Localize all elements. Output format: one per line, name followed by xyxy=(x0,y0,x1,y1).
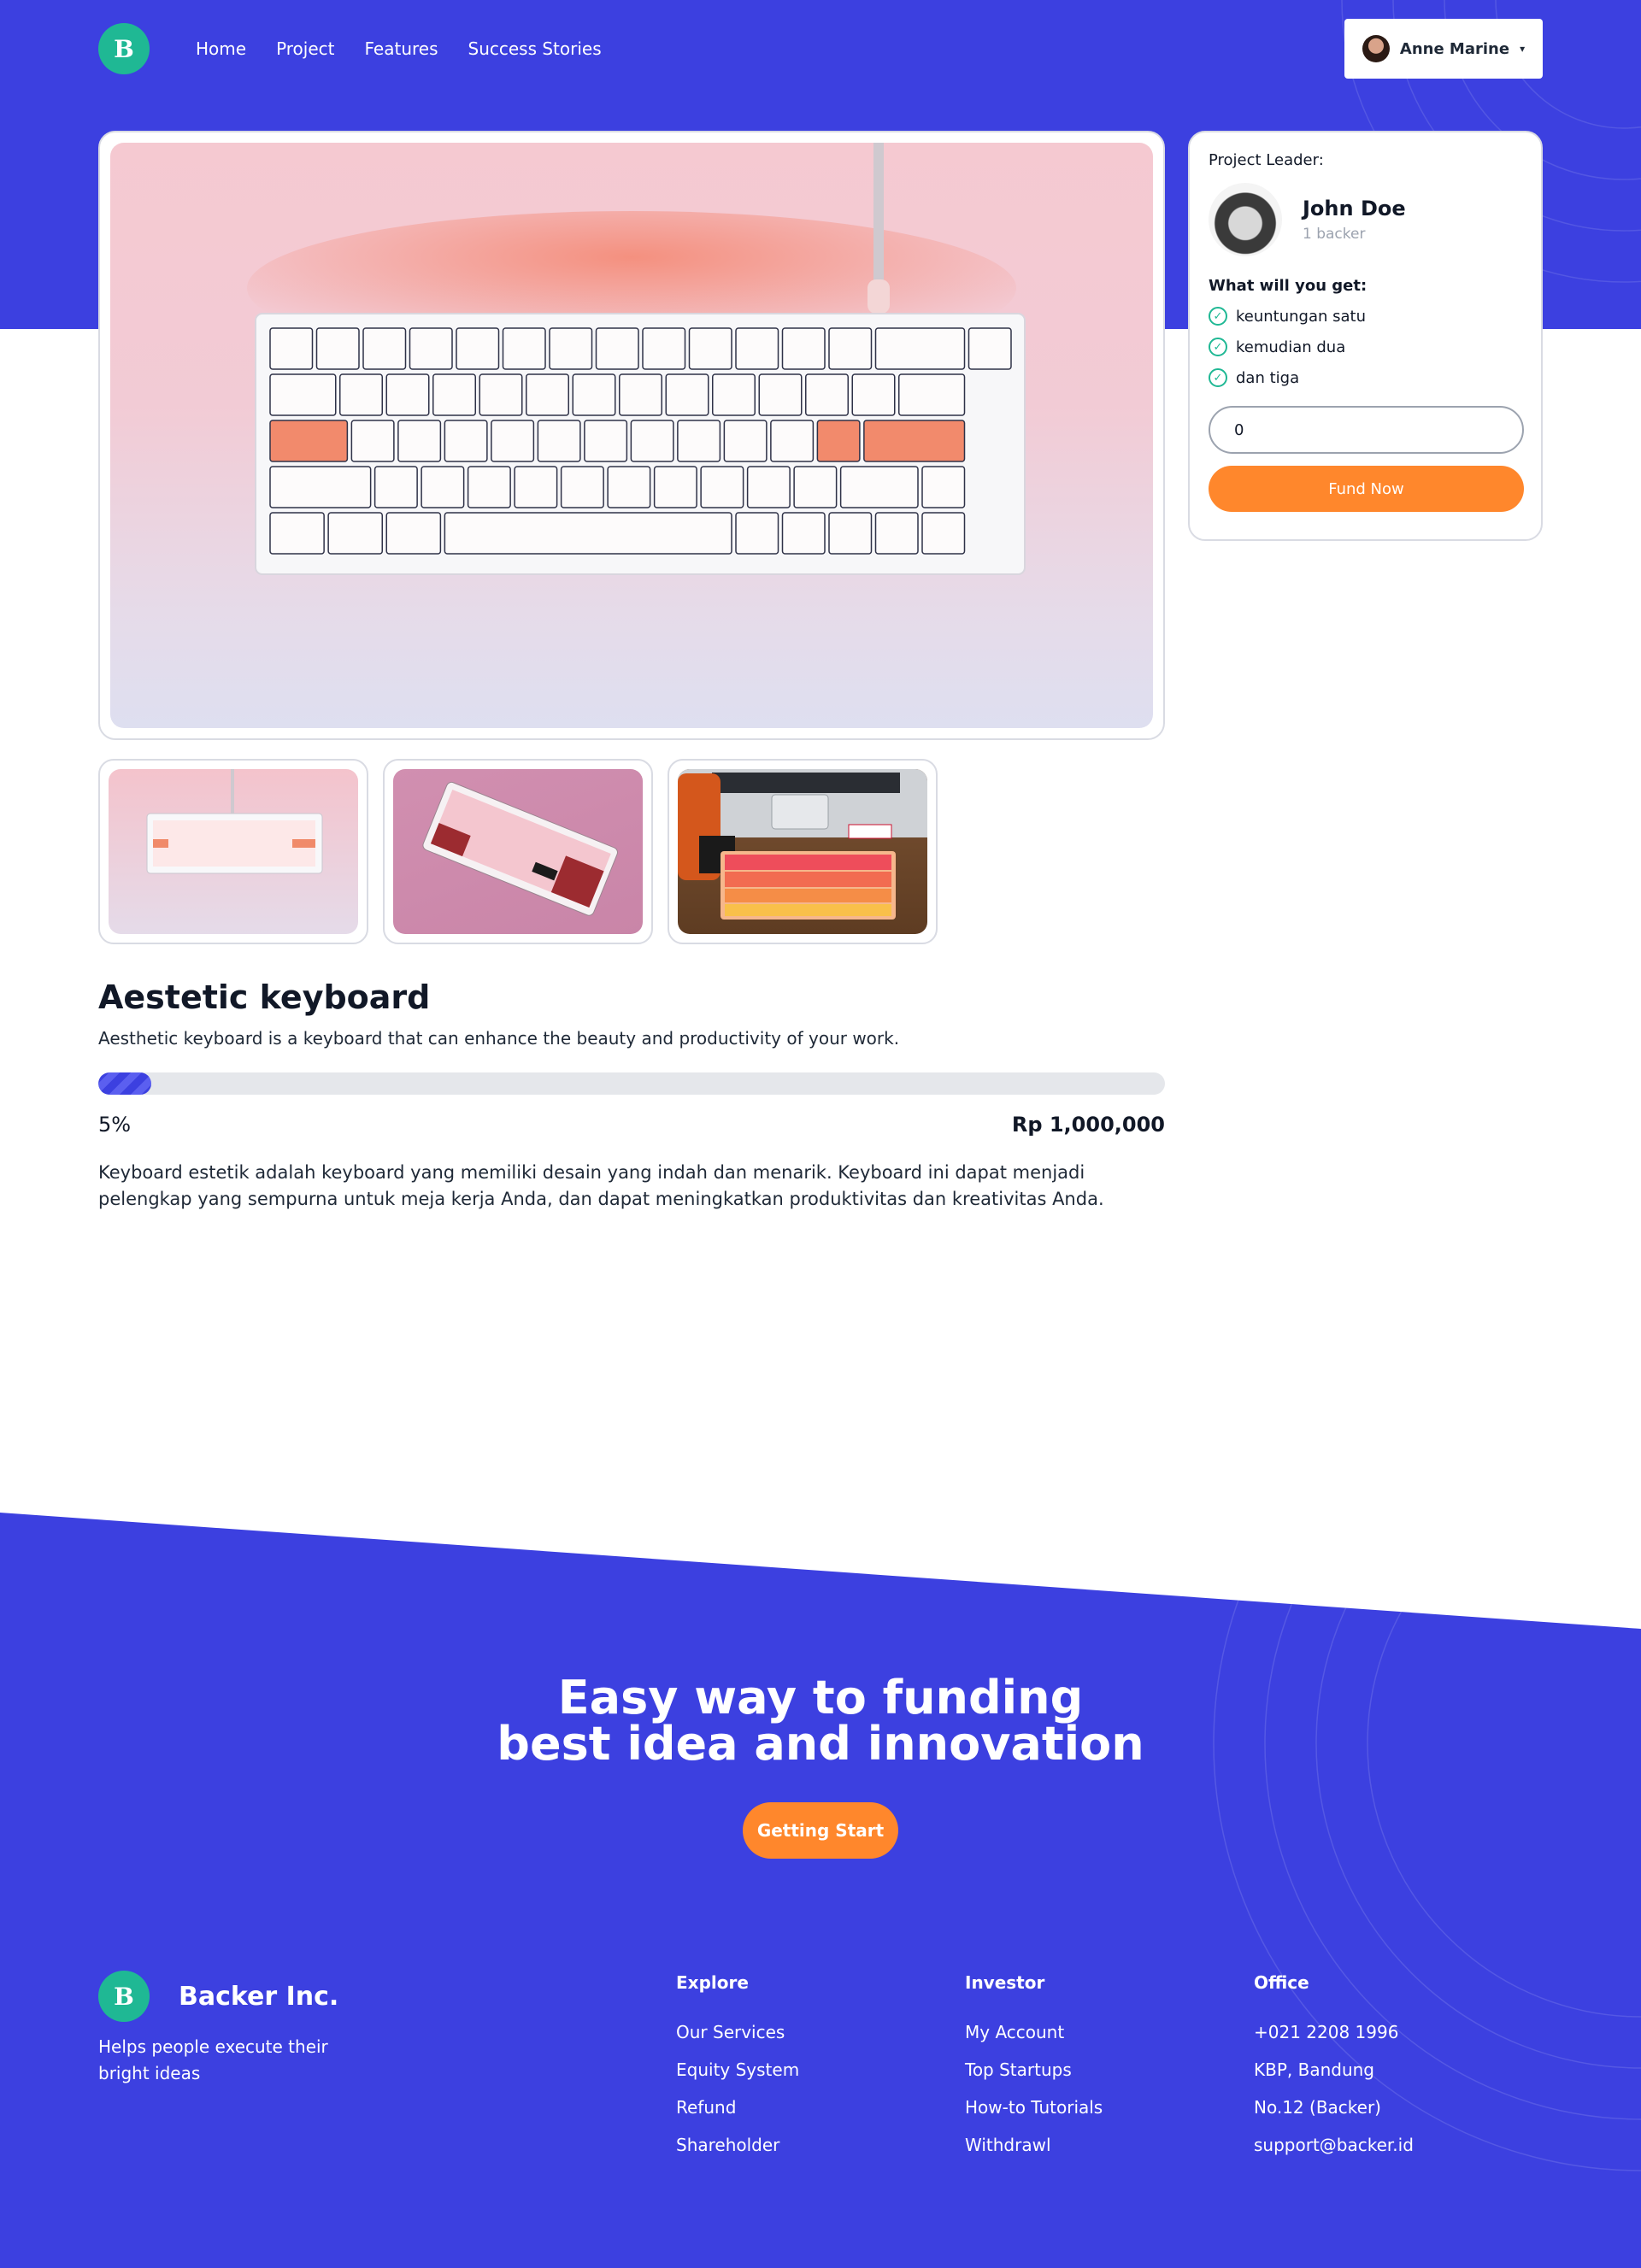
check-circle-icon: ✓ xyxy=(1209,368,1227,387)
footer-column-title: Explore xyxy=(676,1972,749,1993)
fund-amount-input[interactable] xyxy=(1209,406,1524,454)
footer-column-title: Office xyxy=(1254,1972,1309,1993)
thumbnail-3[interactable] xyxy=(668,759,938,944)
progress-percent: 5% xyxy=(98,1113,132,1137)
perks-title: What will you get: xyxy=(1209,277,1368,295)
perk-label: kemudian dua xyxy=(1236,338,1346,356)
footer-logo[interactable]: B xyxy=(98,1971,150,2022)
project-leader-card: Project Leader: John Doe 1 backer What w… xyxy=(1188,131,1543,541)
footer-column-investor: Investor My Account Top Startups How-to … xyxy=(965,1972,1103,2172)
footer-column-explore: Explore Our Services Equity System Refun… xyxy=(676,1972,799,2172)
main-image-card xyxy=(98,131,1165,740)
footer-brand-name: Backer Inc. xyxy=(179,1981,339,2012)
chevron-down-icon: ▾ xyxy=(1520,43,1526,55)
nav-link-project[interactable]: Project xyxy=(276,38,334,59)
check-circle-icon: ✓ xyxy=(1209,307,1227,326)
footer-column-office: Office +021 2208 1996 KBP, Bandung No.12… xyxy=(1254,1972,1414,2172)
cta-line-1: Easy way to funding xyxy=(557,1671,1084,1725)
footer-link[interactable]: Withdrawl xyxy=(965,2135,1103,2172)
cta-line-2: best idea and innovation xyxy=(497,1717,1144,1771)
footer-contact: +021 2208 1996 xyxy=(1254,2022,1399,2042)
footer-contact: KBP, Bandung xyxy=(1254,2059,1375,2080)
project-subtitle: Aesthetic keyboard is a keyboard that ca… xyxy=(98,1028,900,1049)
leader-backers: 1 backer xyxy=(1303,226,1366,243)
perk-item: ✓ keuntungan satu xyxy=(1209,307,1522,326)
cta-headline: Easy way to funding best idea and innova… xyxy=(0,1675,1641,1767)
top-nav: B Home Project Features Success Stories … xyxy=(98,19,1543,79)
check-circle-icon: ✓ xyxy=(1209,338,1227,356)
nav-links: Home Project Features Success Stories xyxy=(196,38,602,59)
footer-link[interactable]: Refund xyxy=(676,2097,799,2135)
keyboard-illustration xyxy=(247,143,1026,575)
thumbnail-image-2 xyxy=(393,769,643,934)
footer-contact: No.12 (Backer) xyxy=(1254,2097,1381,2118)
logo[interactable]: B xyxy=(98,23,150,74)
perk-label: dan tiga xyxy=(1236,368,1300,387)
footer-contact[interactable]: support@backer.id xyxy=(1254,2135,1414,2172)
footer-brand: B Backer Inc. xyxy=(98,1971,338,2022)
thumbnail-1[interactable] xyxy=(98,759,368,944)
leader-label: Project Leader: xyxy=(1209,151,1324,169)
footer-link[interactable]: Our Services xyxy=(676,2022,799,2059)
nav-link-features[interactable]: Features xyxy=(365,38,438,59)
thumbnail-image-3 xyxy=(678,769,927,934)
thumbnail-2[interactable] xyxy=(383,759,653,944)
perk-item: ✓ dan tiga xyxy=(1209,368,1522,387)
leader-name: John Doe xyxy=(1303,197,1406,220)
perk-label: keuntungan satu xyxy=(1236,307,1367,326)
project-description: Keyboard estetik adalah keyboard yang me… xyxy=(98,1162,1104,1209)
user-avatar xyxy=(1362,35,1390,62)
funding-progress-fill xyxy=(98,1072,152,1095)
footer-link[interactable]: My Account xyxy=(965,2022,1103,2059)
main-product-image[interactable] xyxy=(110,143,1153,728)
footer-link[interactable]: Equity System xyxy=(676,2059,799,2097)
footer-column-title: Investor xyxy=(965,1972,1045,1993)
getting-start-button[interactable]: Getting Start xyxy=(743,1802,898,1859)
perk-item: ✓ kemudian dua xyxy=(1209,338,1522,356)
project-title: Aestetic keyboard xyxy=(98,978,431,1016)
user-menu-button[interactable]: Anne Marine ▾ xyxy=(1344,19,1543,79)
footer-link[interactable]: Shareholder xyxy=(676,2135,799,2172)
fund-now-button[interactable]: Fund Now xyxy=(1209,466,1524,512)
footer-link[interactable]: How-to Tutorials xyxy=(965,2097,1103,2135)
leader-avatar xyxy=(1209,183,1282,256)
footer-tagline: Helps people execute their bright ideas xyxy=(98,2036,328,2083)
leader-info: John Doe 1 backer xyxy=(1209,183,1522,256)
funding-progress-bar xyxy=(98,1072,1165,1095)
user-name: Anne Marine xyxy=(1399,39,1510,58)
footer-link[interactable]: Top Startups xyxy=(965,2059,1103,2097)
nav-link-home[interactable]: Home xyxy=(196,38,246,59)
nav-link-success-stories[interactable]: Success Stories xyxy=(468,38,602,59)
thumbnail-image-1 xyxy=(109,769,358,934)
funding-target-amount: Rp 1,000,000 xyxy=(1011,1113,1165,1137)
